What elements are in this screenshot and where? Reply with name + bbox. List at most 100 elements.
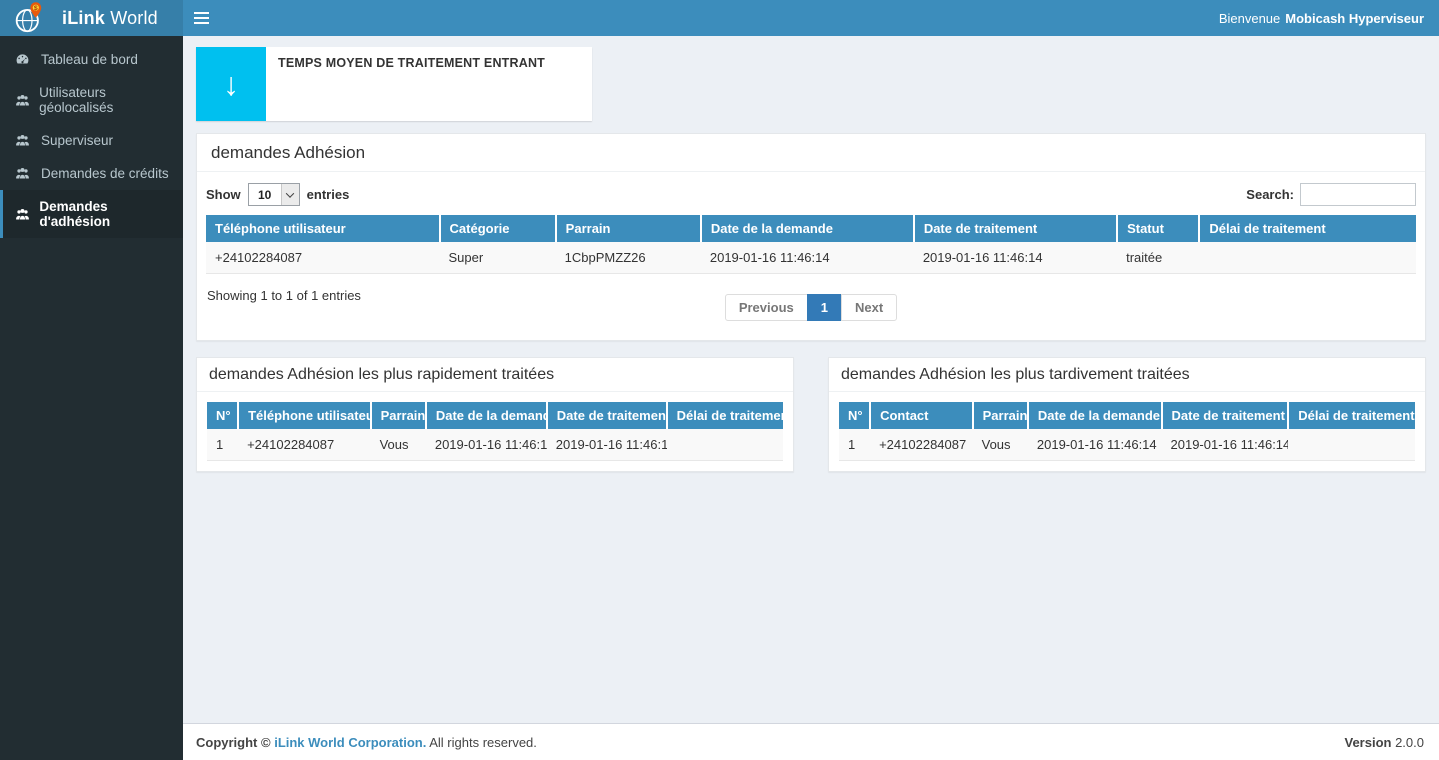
sidebar-item-label: Demandes de crédits	[41, 166, 169, 181]
search-label: Search:	[1246, 187, 1294, 202]
show-label: Show	[206, 187, 241, 202]
brand-name: iLink World	[62, 8, 158, 29]
sidebar-item-label: Utilisateurs géolocalisés	[39, 85, 169, 115]
table-cell: Super	[440, 242, 556, 274]
bottom-panels-row: demandes Adhésion les plus rapidement tr…	[196, 357, 1426, 472]
users-icon	[15, 166, 33, 181]
rights-text: All rights reserved.	[429, 735, 537, 750]
table-cell: +24102284087	[870, 429, 973, 461]
table-cell: 2019-01-16 11:46:14	[701, 242, 914, 274]
column-header[interactable]: Téléphone utilisateur	[206, 215, 440, 242]
table-info: Showing 1 to 1 of 1 entries	[207, 288, 361, 303]
svg-text:$: $	[34, 5, 38, 12]
page-length-control: Show 10 entries	[206, 183, 349, 206]
panel-tardivement-traitees: demandes Adhésion les plus tardivement t…	[828, 357, 1426, 472]
table-cell: Vous	[371, 429, 426, 461]
pagination: Previous 1 Next	[206, 286, 1416, 321]
column-header[interactable]: Parrain	[556, 215, 701, 242]
column-header: Date de traitement	[1162, 402, 1289, 429]
sidebar: $ iLink World Tableau de bord Utilisateu…	[0, 0, 183, 760]
info-box-label: TEMPS MOYEN DE TRAITEMENT ENTRANT	[266, 47, 557, 121]
column-header[interactable]: Statut	[1117, 215, 1199, 242]
table-cell: +24102284087	[206, 242, 440, 274]
column-header: Date de traitement	[547, 402, 667, 429]
datatable-footer: Showing 1 to 1 of 1 entries Previous 1 N…	[206, 286, 1416, 326]
page-size-value: 10	[249, 184, 281, 205]
brand-name-light: World	[110, 8, 158, 28]
table-cell: traitée	[1117, 242, 1199, 274]
brand-name-bold: iLink	[62, 8, 105, 28]
column-header: N°	[207, 402, 238, 429]
table-cell: 2019-01-16 11:46:14	[914, 242, 1117, 274]
footer-version: Version 2.0.0	[1344, 735, 1424, 750]
version-value: 2.0.0	[1395, 735, 1424, 750]
tardivement-traitees-table: N°ContactParrainDate de la demandeDate d…	[839, 402, 1415, 461]
footer-copyright: Copyright © iLink World Corporation. All…	[196, 735, 537, 750]
company-link[interactable]: iLink World Corporation.	[274, 735, 426, 750]
page-1-button[interactable]: 1	[807, 294, 842, 321]
sidebar-item-superviseur[interactable]: Superviseur	[0, 124, 183, 157]
table-cell: Vous	[973, 429, 1028, 461]
next-page-button[interactable]: Next	[841, 294, 897, 321]
table-row: +24102284087Super1CbpPMZZ262019-01-16 11…	[206, 242, 1416, 274]
sidebar-item-label: Superviseur	[41, 133, 113, 148]
sidebar-toggle-button[interactable]	[183, 0, 225, 36]
welcome-message: Bienvenue Mobicash Hyperviseur	[1219, 0, 1424, 36]
table-cell	[667, 429, 783, 461]
column-header: Délai de traitement	[667, 402, 783, 429]
column-header[interactable]: Catégorie	[440, 215, 556, 242]
sidebar-item-label: Tableau de bord	[41, 52, 138, 67]
footer: Copyright © iLink World Corporation. All…	[183, 723, 1439, 760]
users-icon	[15, 133, 33, 148]
table-cell: 1	[207, 429, 238, 461]
table-cell	[1199, 242, 1416, 274]
search-control: Search:	[1246, 183, 1416, 206]
table-row: 1+24102284087Vous2019-01-16 11:46:142019…	[207, 429, 783, 461]
dashboard-icon	[15, 52, 33, 67]
column-header: Téléphone utilisateur	[238, 402, 370, 429]
column-header: Date de la demande	[426, 402, 547, 429]
column-header: Parrain	[973, 402, 1028, 429]
table-cell	[1288, 429, 1415, 461]
top-navbar: Bienvenue Mobicash Hyperviseur	[183, 0, 1439, 36]
users-icon	[15, 93, 31, 108]
welcome-username: Mobicash Hyperviseur	[1285, 11, 1424, 26]
panel-title: demandes Adhésion les plus rapidement tr…	[197, 358, 793, 392]
sidebar-item-utilisateurs-geolocalises[interactable]: Utilisateurs géolocalisés	[0, 76, 183, 124]
table-cell: 2019-01-16 11:46:14	[547, 429, 667, 461]
page-size-select[interactable]: 10	[248, 183, 300, 206]
column-header[interactable]: Date de traitement	[914, 215, 1117, 242]
column-header[interactable]: Délai de traitement	[1199, 215, 1416, 242]
version-label: Version	[1344, 735, 1391, 750]
welcome-prefix: Bienvenue	[1219, 11, 1280, 26]
search-input[interactable]	[1300, 183, 1416, 206]
users-icon	[15, 207, 31, 222]
demandes-adhesion-table: Téléphone utilisateurCatégorieParrainDat…	[206, 215, 1416, 274]
entries-label: entries	[307, 187, 350, 202]
sidebar-menu: Tableau de bord Utilisateurs géolocalisé…	[0, 36, 183, 238]
brand-logo[interactable]: $ iLink World	[0, 0, 183, 36]
copyright-prefix: Copyright ©	[196, 735, 271, 750]
down-arrow-glyph: ↓	[223, 68, 239, 100]
column-header[interactable]: Date de la demande	[701, 215, 914, 242]
table-cell: 2019-01-16 11:46:14	[426, 429, 547, 461]
table-cell: 1CbpPMZZ26	[556, 242, 701, 274]
sidebar-item-tableau-de-bord[interactable]: Tableau de bord	[0, 43, 183, 76]
info-box-temps-moyen: ↓ TEMPS MOYEN DE TRAITEMENT ENTRANT	[196, 47, 592, 121]
table-cell: 2019-01-16 11:46:14	[1162, 429, 1289, 461]
column-header: Contact	[870, 402, 973, 429]
panel-rapidement-traitees: demandes Adhésion les plus rapidement tr…	[196, 357, 794, 472]
table-cell: 2019-01-16 11:46:14	[1028, 429, 1162, 461]
content-area: ↓ TEMPS MOYEN DE TRAITEMENT ENTRANT dema…	[183, 36, 1439, 723]
previous-page-button[interactable]: Previous	[725, 294, 808, 321]
column-header: Délai de traitement	[1288, 402, 1415, 429]
rapidement-traitees-table: N°Téléphone utilisateurParrainDate de la…	[207, 402, 783, 461]
globe-pin-logo-icon: $	[8, 1, 50, 35]
panel-title: demandes Adhésion les plus tardivement t…	[829, 358, 1425, 392]
table-cell: +24102284087	[238, 429, 370, 461]
table-cell: 1	[839, 429, 870, 461]
down-arrow-icon: ↓	[196, 47, 266, 121]
sidebar-item-demandes-de-credits[interactable]: Demandes de crédits	[0, 157, 183, 190]
datatable-controls: Show 10 entries Search:	[206, 183, 1416, 206]
sidebar-item-demandes-adhesion[interactable]: Demandes d'adhésion	[0, 190, 183, 238]
